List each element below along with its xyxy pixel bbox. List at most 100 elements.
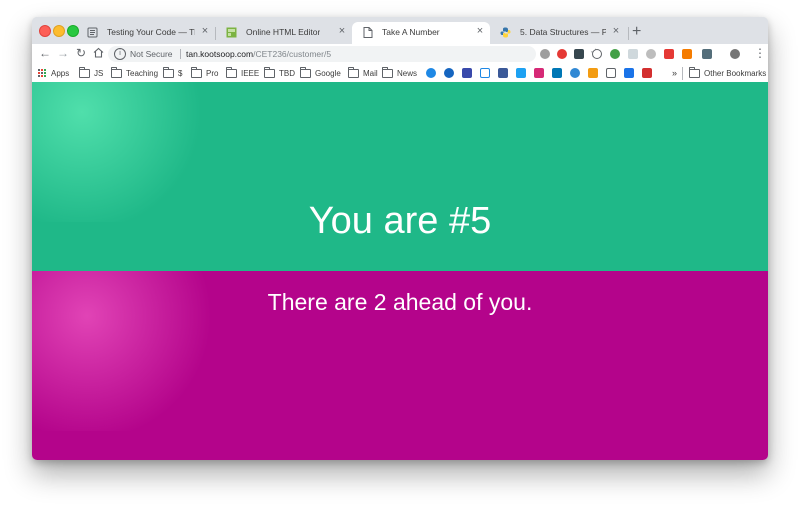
bookmark-label: Teaching (126, 68, 159, 78)
bookmark-label: $ (178, 68, 183, 78)
profile-avatar-icon[interactable] (730, 49, 740, 59)
folder-icon (111, 66, 122, 78)
folder-icon (79, 66, 90, 78)
bookmark-globe-icon[interactable] (444, 68, 454, 78)
folder-icon (348, 66, 359, 78)
queue-number-panel: You are #5 (32, 82, 768, 271)
extension-feed-icon[interactable] (682, 49, 692, 59)
bookmark-page-icon[interactable] (606, 68, 616, 78)
extension-evernote-icon[interactable] (610, 49, 620, 59)
menu-kebab-icon[interactable]: ⋮ (754, 46, 766, 60)
home-icon[interactable] (91, 46, 105, 61)
python-icon (499, 26, 512, 39)
bookmark-label: Apps (51, 68, 70, 78)
bookmark-chat-icon[interactable] (480, 68, 490, 78)
browser-toolbar: ← → ↻ i Not Secure tan.kootsoop.com/CET2… (32, 44, 768, 64)
folder-icon (226, 66, 237, 78)
bookmark-folder-google[interactable]: Google (300, 66, 341, 79)
tab-take-a-number[interactable]: Take A Number × (352, 22, 490, 44)
address-bar[interactable]: i Not Secure tan.kootsoop.com/CET236/cus… (108, 46, 601, 62)
tab-online-html-editor[interactable]: Online HTML Editor × (216, 22, 352, 44)
bookmark-list-icon[interactable] (462, 68, 472, 78)
close-window-button[interactable] (39, 25, 51, 37)
mastodon-icon[interactable] (570, 68, 580, 78)
bookmark-label: Google (315, 68, 341, 78)
bookmark-folder-ieee[interactable]: IEEE (226, 66, 260, 79)
url-text[interactable]: tan.kootsoop.com/CET236/customer/5 (186, 49, 331, 59)
folder-icon (264, 66, 275, 78)
extension-red-icon[interactable] (664, 49, 674, 59)
tab-title: Online HTML Editor (246, 27, 321, 37)
back-icon[interactable]: ← (38, 46, 52, 60)
tab-data-structures-python[interactable]: 5. Data Structures — Python 3 × (490, 22, 627, 44)
tab-close-icon[interactable]: × (199, 25, 211, 37)
new-tab-button[interactable]: + (632, 23, 641, 41)
info-icon[interactable]: i (114, 48, 126, 60)
bookmark-label: Pro (206, 68, 219, 78)
queue-status-panel: There are 2 ahead of you. (32, 271, 768, 460)
bookmark-folder-dollar[interactable]: $ (163, 66, 183, 79)
forward-icon[interactable]: → (56, 46, 70, 60)
bookmarks-bar: Apps JS Teaching $ Pro IEEE TBD Google M… (32, 64, 768, 83)
extension-document-icon[interactable] (628, 49, 638, 59)
folder-icon (163, 66, 174, 78)
bookmark-other-bookmarks[interactable]: Other Bookmarks (689, 66, 767, 79)
page-content: You are #5 There are 2 ahead of you. (32, 82, 768, 460)
folder-icon (382, 66, 393, 78)
tab-close-icon[interactable]: × (474, 25, 486, 37)
bookmark-orange-icon[interactable] (588, 68, 598, 78)
tab-title: Take A Number (382, 27, 440, 37)
bookmark-globe-icon[interactable] (426, 68, 436, 78)
bookmark-label: TBD (279, 68, 295, 78)
html-editor-icon (225, 26, 238, 39)
security-status: Not Secure (130, 49, 173, 59)
twitter-icon[interactable] (516, 68, 526, 78)
bookmark-folder-teaching[interactable]: Teaching (111, 66, 159, 79)
tab-close-icon[interactable]: × (610, 25, 622, 37)
bookmark-folder-mail[interactable]: Mail (348, 66, 378, 79)
address-divider (180, 49, 181, 59)
extension-code-icon[interactable] (592, 49, 602, 59)
bookmark-label: News (397, 68, 418, 78)
tab-title: Testing Your Code — The Hitc (107, 27, 195, 37)
extension-adblock-icon[interactable] (557, 49, 567, 59)
bookmark-apps[interactable]: Apps (38, 67, 69, 79)
bookmark-label: Mail (363, 68, 378, 78)
tab-close-icon[interactable]: × (336, 25, 348, 37)
bookmark-folder-js[interactable]: JS (79, 66, 104, 79)
puzzle-piece-icon[interactable] (624, 68, 634, 78)
tab-title: 5. Data Structures — Python 3 (520, 27, 606, 37)
url-host: tan.kootsoop.com (186, 49, 254, 59)
folder-icon (300, 66, 311, 78)
queue-number-heading: You are #5 (308, 200, 492, 242)
bookmark-label: Other Bookmarks (704, 68, 767, 78)
bookmark-label: JS (94, 68, 104, 78)
reload-icon[interactable]: ↻ (74, 46, 88, 60)
bookmarks-divider (682, 67, 683, 80)
url-path: /CET236/customer/5 (253, 49, 332, 59)
extension-monitor-icon[interactable] (574, 49, 584, 59)
bookmark-folder-news[interactable]: News (382, 66, 418, 79)
bookmarks-overflow-chevron-icon[interactable]: » (672, 67, 677, 79)
facebook-icon[interactable] (498, 68, 508, 78)
tab-strip: Testing Your Code — The Hitc × Online HT… (32, 17, 768, 44)
extension-gear-icon[interactable] (540, 49, 550, 59)
extension-circle-icon[interactable] (646, 49, 656, 59)
tab-divider (628, 27, 629, 40)
apps-grid-icon (38, 69, 46, 77)
bookmark-folder-tbd[interactable]: TBD (264, 66, 295, 79)
minimize-window-button[interactable] (53, 25, 65, 37)
book-icon (86, 26, 99, 39)
bookmark-red-icon[interactable] (642, 68, 652, 78)
browser-window: Testing Your Code — The Hitc × Online HT… (32, 17, 768, 460)
page-icon (361, 26, 374, 39)
folder-icon (689, 66, 700, 78)
bookmark-label: IEEE (241, 68, 260, 78)
extension-stack-icon[interactable] (702, 49, 712, 59)
tab-testing-your-code[interactable]: Testing Your Code — The Hitc × (77, 22, 214, 44)
bookmark-folder-pro[interactable]: Pro (191, 66, 219, 79)
folder-icon (191, 66, 202, 78)
linkedin-icon[interactable] (552, 68, 562, 78)
people-ahead-text: There are 2 ahead of you. (267, 289, 533, 315)
instagram-icon[interactable] (534, 68, 544, 78)
